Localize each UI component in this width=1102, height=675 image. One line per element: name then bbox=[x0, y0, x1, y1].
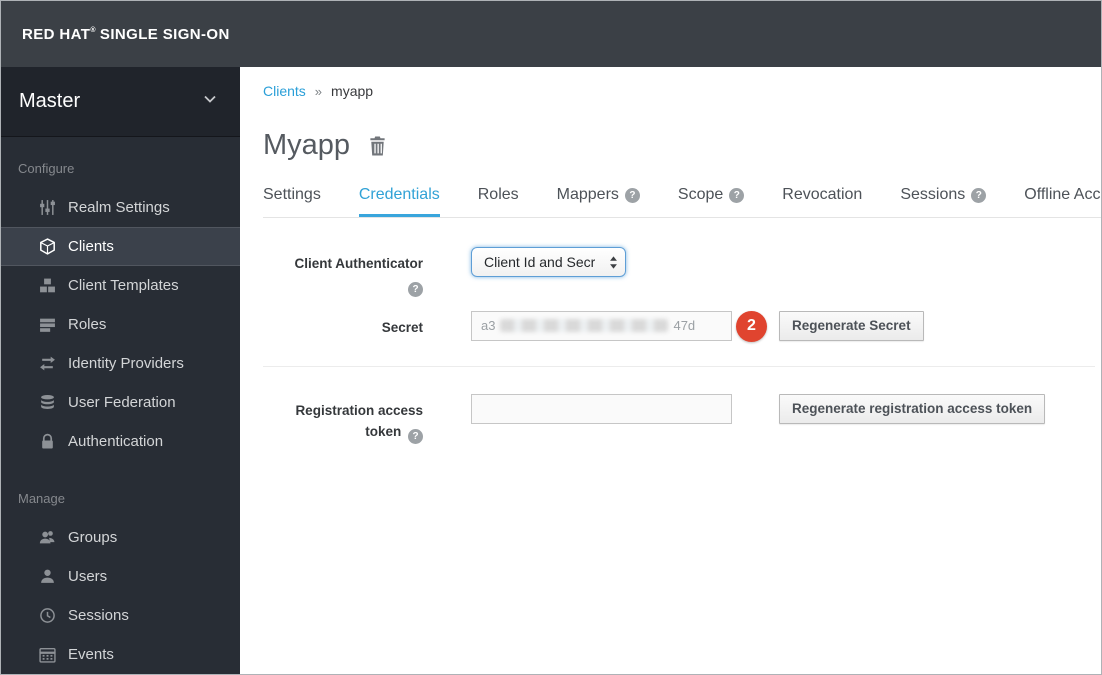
sidebar-item-sessions[interactable]: Sessions bbox=[1, 596, 240, 635]
product-logo: RED HAT® SINGLE SIGN-ON bbox=[22, 26, 230, 43]
sidebar-item-label: Sessions bbox=[68, 607, 129, 624]
breadcrumb-separator: » bbox=[314, 83, 323, 99]
sliders-icon bbox=[39, 199, 56, 216]
secret-input[interactable]: a3 47d bbox=[471, 310, 732, 341]
sidebar-item-label: Events bbox=[68, 646, 114, 663]
secret-redacted-blur bbox=[500, 319, 669, 333]
tab-label: Sessions bbox=[900, 186, 966, 203]
brand-name: RED HAT bbox=[22, 25, 91, 43]
realm-selector-label: Master bbox=[19, 90, 81, 112]
cubes-icon bbox=[39, 277, 56, 294]
users-icon bbox=[39, 529, 56, 546]
tab-label: Settings bbox=[263, 186, 321, 203]
cube-icon bbox=[39, 238, 56, 255]
sidebar-item-label: Identity Providers bbox=[68, 355, 184, 372]
secret-label: Secret bbox=[381, 319, 423, 335]
regenerate-secret-button[interactable]: Regenerate Secret bbox=[779, 310, 924, 341]
secret-value-suffix: 47d bbox=[673, 318, 696, 334]
tab-label: Scope bbox=[677, 186, 724, 203]
sidebar-item-label: Clients bbox=[68, 238, 114, 255]
regenerate-registration-token-button[interactable]: Regenerate registration access token bbox=[779, 393, 1046, 424]
secret-value-prefix: a3 bbox=[481, 318, 496, 334]
app-window: RED HAT® SINGLE SIGN-ON Master Configure … bbox=[0, 0, 1102, 675]
help-icon: ? bbox=[624, 187, 640, 203]
tab-settings[interactable]: Settings bbox=[263, 186, 321, 217]
sidebar-item-label: Authentication bbox=[68, 433, 164, 450]
tab-offline-access[interactable]: Offline Access bbox=[1024, 186, 1101, 217]
sidebar-item-client-templates[interactable]: Client Templates bbox=[1, 266, 240, 305]
trash-icon[interactable] bbox=[367, 135, 388, 157]
tab-revocation[interactable]: Revocation bbox=[782, 186, 862, 217]
sidebar-item-realm-settings[interactable]: Realm Settings bbox=[1, 188, 240, 227]
tab-label: Credentials bbox=[358, 186, 440, 203]
tab-label: Revocation bbox=[782, 186, 863, 203]
sidebar-item-authentication[interactable]: Authentication bbox=[1, 422, 240, 461]
breadcrumb-clients-link[interactable]: Clients bbox=[263, 83, 306, 99]
chevron-down-icon bbox=[202, 91, 218, 112]
sidebar-item-clients[interactable]: Clients bbox=[1, 227, 240, 266]
registration-token-label: Registration access token ? bbox=[263, 401, 423, 445]
tab-label: Offline Access bbox=[1024, 186, 1101, 203]
help-icon: ? bbox=[971, 187, 987, 203]
lock-icon bbox=[39, 433, 56, 450]
trademark-symbol: ® bbox=[90, 26, 96, 34]
sidebar-item-groups[interactable]: Groups bbox=[1, 518, 240, 557]
clock-icon bbox=[39, 607, 56, 624]
sidebar-item-identity-providers[interactable]: Identity Providers bbox=[1, 344, 240, 383]
secret-row: Secret a3 47d 2 Regenerate Secret bbox=[263, 310, 1101, 342]
sidebar-item-events[interactable]: Events bbox=[1, 635, 240, 674]
tab-sessions[interactable]: Sessions? bbox=[900, 186, 987, 217]
main-content: Clients » myapp Myapp Settings Credentia… bbox=[240, 67, 1101, 674]
sidebar-item-label: User Federation bbox=[68, 394, 176, 411]
sidebar: Master Configure Realm Settings Clients … bbox=[1, 67, 240, 674]
select-value: Client Id and Secr bbox=[484, 254, 596, 270]
breadcrumb-current: myapp bbox=[331, 83, 374, 99]
help-icon: ? bbox=[729, 187, 745, 203]
realm-selector[interactable]: Master bbox=[1, 67, 240, 137]
product-name: SINGLE SIGN-ON bbox=[99, 25, 230, 43]
tab-scope[interactable]: Scope? bbox=[677, 186, 745, 217]
list-bars-icon bbox=[39, 316, 56, 333]
tab-credentials[interactable]: Credentials bbox=[358, 186, 440, 217]
sidebar-item-label: Groups bbox=[68, 529, 118, 546]
page-title: Myapp bbox=[263, 129, 351, 161]
tab-label: Mappers bbox=[556, 186, 619, 203]
sidebar-item-label: Client Templates bbox=[68, 277, 179, 294]
help-icon: ? bbox=[408, 429, 423, 445]
section-divider bbox=[263, 365, 1095, 367]
calendar-icon bbox=[39, 646, 56, 663]
client-authenticator-row: Client Authenticator ? Client Id and Sec… bbox=[263, 247, 1101, 297]
help-icon: ? bbox=[408, 281, 423, 297]
top-header-bar: RED HAT® SINGLE SIGN-ON bbox=[1, 1, 1101, 67]
sidebar-section-configure: Configure bbox=[18, 161, 75, 176]
breadcrumb: Clients » myapp bbox=[263, 83, 1101, 99]
sidebar-item-label: Realm Settings bbox=[68, 199, 170, 216]
sidebar-item-roles[interactable]: Roles bbox=[1, 305, 240, 344]
sidebar-item-label: Roles bbox=[68, 316, 107, 333]
registration-token-row: Registration access token ? Regenerate re… bbox=[263, 393, 1101, 445]
tab-mappers[interactable]: Mappers? bbox=[557, 186, 640, 217]
client-authenticator-select[interactable]: Client Id and Secr bbox=[471, 247, 626, 277]
callout-badge-2: 2 bbox=[736, 310, 767, 342]
select-stepper-icon bbox=[609, 255, 618, 270]
credentials-form: Client Authenticator ? Client Id and Sec… bbox=[263, 247, 1101, 445]
sidebar-section-manage: Manage bbox=[18, 491, 65, 506]
sidebar-item-label: Users bbox=[68, 568, 108, 585]
registration-token-input[interactable] bbox=[471, 393, 732, 424]
client-authenticator-label: Client Authenticator bbox=[294, 256, 423, 271]
exchange-arrows-icon bbox=[39, 355, 56, 372]
sidebar-item-user-federation[interactable]: User Federation bbox=[1, 383, 240, 422]
tab-bar: Settings Credentials Roles Mappers? Scop… bbox=[263, 186, 1101, 218]
tab-label: Roles bbox=[477, 186, 519, 203]
sidebar-item-users[interactable]: Users bbox=[1, 557, 240, 596]
user-icon bbox=[39, 568, 56, 585]
database-icon bbox=[39, 394, 56, 411]
tab-roles[interactable]: Roles bbox=[478, 186, 519, 217]
